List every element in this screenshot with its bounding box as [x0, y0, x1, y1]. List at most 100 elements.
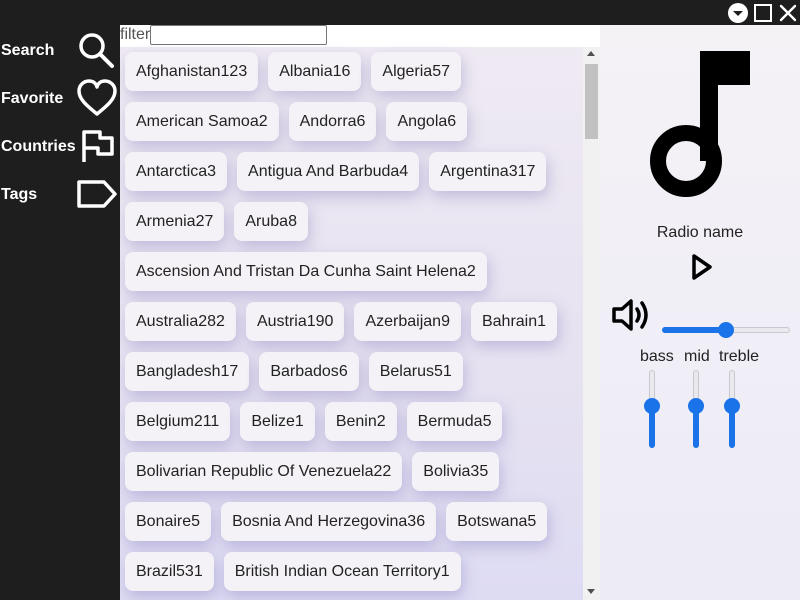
country-name: Bahrain — [481, 312, 538, 330]
maximize-icon[interactable] — [752, 2, 774, 24]
country-chip[interactable]: Aruba 8 — [234, 202, 308, 241]
scroll-up-arrow-icon[interactable] — [587, 51, 595, 56]
station-count: 6 — [338, 362, 348, 380]
station-count: 1 — [294, 412, 304, 430]
station-count: 6 — [447, 112, 457, 130]
chip-row: Australia 282 Austria 190 Azerbaijan 9 Bahr… — [125, 302, 558, 341]
country-name: Argentina — [440, 162, 509, 180]
slider-thumb[interactable] — [688, 397, 704, 414]
country-name: Belarus — [379, 362, 434, 380]
sidebar-item-countries[interactable]: Countries — [0, 124, 120, 168]
country-name: Aruba — [245, 212, 289, 230]
country-chip[interactable]: Angola 6 — [386, 102, 468, 141]
sidebar: Search Favorite Countries Tags — [0, 25, 120, 600]
dropdown-circle-icon[interactable] — [727, 2, 749, 24]
station-count: 6 — [356, 112, 366, 130]
sidebar-item-favorite[interactable]: Favorite — [0, 76, 120, 120]
country-chip[interactable]: Bosnia And Herzegovina 36 — [221, 502, 437, 541]
station-count: 22 — [373, 462, 392, 480]
country-chip[interactable]: Antarctica 3 — [125, 152, 228, 191]
country-name: Bosnia And Herzegovina — [232, 512, 408, 530]
speaker-icon[interactable] — [611, 297, 651, 333]
mid-slider[interactable] — [688, 370, 704, 448]
station-count: 9 — [441, 312, 450, 330]
country-name: Azerbaijan — [365, 312, 442, 330]
station-count: 27 — [195, 212, 214, 230]
country-name: Afghanistan — [136, 62, 221, 80]
filter-input[interactable] — [150, 25, 327, 45]
station-count: 282 — [198, 312, 225, 330]
country-name: Bolivarian Republic Of Venezuela — [136, 462, 374, 480]
scroll-down-arrow-icon[interactable] — [587, 589, 595, 594]
country-chip[interactable]: Belgium 211 — [125, 402, 231, 441]
country-chip[interactable]: Brazil 531 — [125, 552, 214, 591]
country-chip[interactable]: Algeria 57 — [371, 52, 461, 91]
country-chip[interactable]: Afghanistan 123 — [125, 52, 259, 91]
country-chip[interactable]: British Indian Ocean Territory 1 — [223, 552, 461, 591]
bass-slider[interactable] — [644, 370, 660, 448]
country-chip[interactable]: Bolivarian Republic Of Venezuela 22 — [125, 452, 403, 491]
sidebar-item-tags[interactable]: Tags — [0, 172, 120, 216]
slider-thumb[interactable] — [644, 397, 660, 414]
country-name: Antarctica — [136, 162, 208, 180]
search-icon — [79, 33, 114, 68]
country-name: Ascension And Tristan Da Cunha Saint Hel… — [136, 262, 467, 280]
station-count: 57 — [432, 62, 450, 80]
country-chip[interactable]: Argentina 317 — [429, 152, 547, 191]
country-chip[interactable]: Bonaire 5 — [125, 502, 212, 541]
radio-name: Radio name — [656, 224, 744, 241]
station-count: 1 — [537, 312, 547, 330]
country-chip[interactable]: Botswana 5 — [446, 502, 548, 541]
country-chip[interactable]: Bermuda 5 — [406, 402, 503, 441]
country-chip[interactable]: Ascension And Tristan Da Cunha Saint Hel… — [125, 252, 487, 291]
volume-fill — [662, 327, 726, 333]
country-chip[interactable]: Belarus 51 — [368, 352, 463, 391]
station-count: 51 — [433, 362, 452, 380]
station-count: 190 — [306, 312, 334, 330]
country-chip[interactable]: Bolivia 35 — [412, 452, 500, 491]
scroll-thumb[interactable] — [585, 64, 598, 139]
slider-thumb[interactable] — [724, 397, 740, 414]
station-count: 5 — [482, 412, 492, 430]
sidebar-item-label: Tags — [1, 186, 38, 203]
chip-row: American Samoa 2 Andorra 6 Angola 6 — [125, 102, 468, 141]
country-name: Austria — [256, 312, 307, 330]
country-chip[interactable]: Australia 282 — [125, 302, 236, 341]
country-name: Benin — [335, 412, 377, 430]
station-count: 35 — [470, 462, 489, 480]
close-icon[interactable] — [777, 2, 799, 24]
chip-row: Bonaire 5 Bosnia And Herzegovina 36 Botswa… — [125, 502, 548, 541]
country-name: Armenia — [136, 212, 196, 230]
chip-row: Afghanistan 123 Albania 16 Algeria 57 — [125, 52, 461, 91]
country-chip[interactable]: Belize 1 — [240, 402, 315, 441]
country-name: Belize — [251, 412, 295, 430]
country-name: British Indian Ocean Territory — [234, 562, 441, 580]
station-count: 2 — [376, 412, 386, 430]
station-count: 2 — [258, 112, 268, 130]
country-chip[interactable]: Barbados 6 — [259, 352, 359, 391]
country-chip[interactable]: Antigua And Barbuda 4 — [237, 152, 420, 191]
station-count: 5 — [191, 512, 201, 530]
country-chip[interactable]: Bangladesh 17 — [125, 352, 250, 391]
country-chip[interactable]: Andorra 6 — [288, 102, 377, 141]
sidebar-item-search[interactable]: Search — [0, 28, 120, 72]
country-name: Bermuda — [417, 412, 483, 430]
station-count: 17 — [220, 362, 239, 380]
country-chip[interactable]: Austria 190 — [245, 302, 345, 341]
eq-label-mid: mid — [684, 348, 710, 365]
volume-slider[interactable] — [662, 322, 790, 338]
treble-slider[interactable] — [724, 370, 740, 448]
player-panel: Radio name bass mid treble — [600, 25, 800, 600]
country-chip[interactable]: Benin 2 — [324, 402, 397, 441]
country-chip[interactable]: Azerbaijan 9 — [354, 302, 461, 341]
country-chip[interactable]: Armenia 27 — [125, 202, 225, 241]
volume-thumb[interactable] — [718, 322, 734, 338]
station-count: 123 — [220, 62, 248, 80]
country-chip[interactable]: American Samoa 2 — [125, 102, 279, 141]
station-count: 211 — [193, 412, 220, 430]
country-chip[interactable]: Albania 16 — [268, 52, 362, 91]
play-icon[interactable] — [690, 253, 714, 281]
country-chip[interactable]: Bahrain 1 — [470, 302, 558, 341]
scrollbar[interactable] — [583, 47, 600, 600]
country-name: Algeria — [382, 62, 433, 80]
